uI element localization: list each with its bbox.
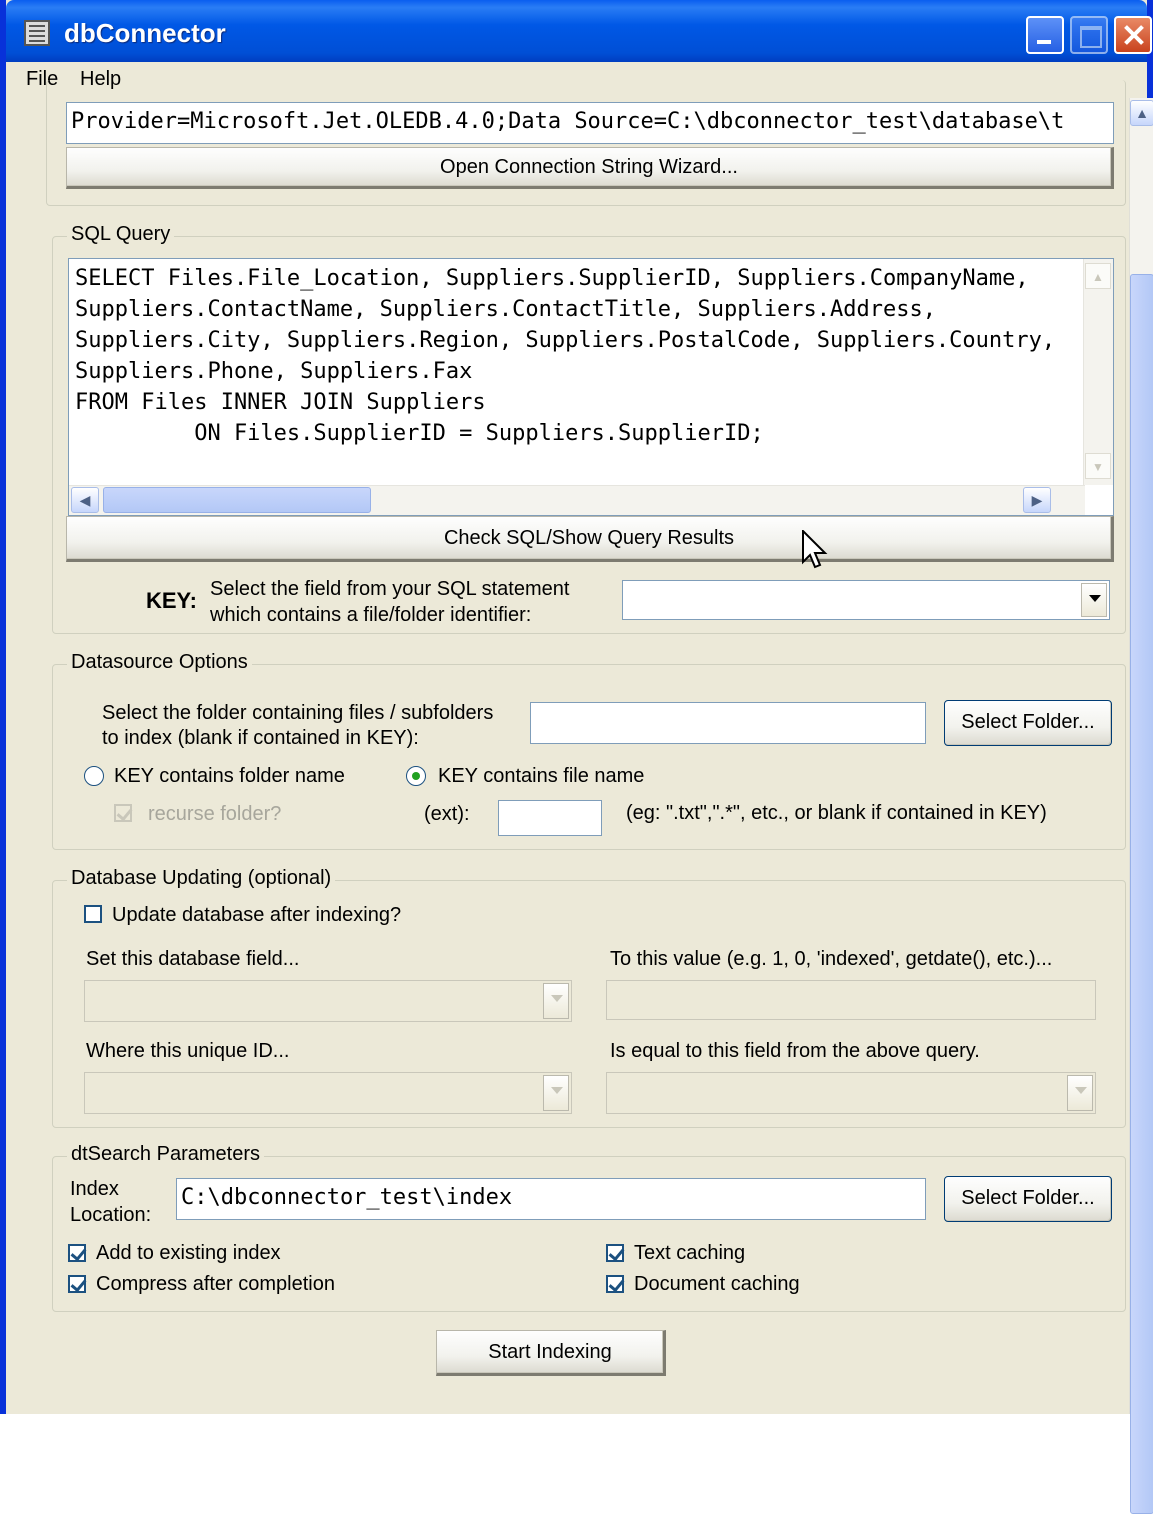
- index-location-input[interactable]: C:\dbconnector_test\index: [176, 1178, 926, 1220]
- radio-key-folder-label: KEY contains folder name: [114, 765, 345, 787]
- document-caching-checkbox[interactable]: [606, 1275, 624, 1293]
- text-caching-label: Text caching: [634, 1242, 746, 1264]
- horizontal-scroll-thumb[interactable]: [103, 487, 371, 513]
- dtsearch-parameters-legend: dtSearch Parameters: [67, 1143, 264, 1166]
- ext-input[interactable]: [498, 800, 602, 836]
- compress-checkbox[interactable]: [68, 1275, 86, 1293]
- key-description-line2: which contains a file/folder identifier:: [210, 604, 532, 626]
- update-database-label: Update database after indexing?: [112, 904, 402, 926]
- add-existing-index-checkbox[interactable]: [68, 1244, 86, 1262]
- minimize-button[interactable]: [1026, 16, 1064, 54]
- radio-key-folder[interactable]: [84, 766, 104, 786]
- key-field-dropdown[interactable]: [622, 580, 1110, 620]
- ext-label: (ext):: [424, 803, 470, 825]
- update-database-checkbox[interactable]: [84, 905, 102, 923]
- dropdown-arrow-icon[interactable]: [543, 983, 569, 1019]
- title-bar[interactable]: dbConnector: [6, 0, 1152, 62]
- sql-query-textarea[interactable]: SELECT Files.File_Location, Suppliers.Su…: [68, 258, 1114, 516]
- main-scroll-thumb[interactable]: [1130, 274, 1153, 1514]
- start-indexing-button[interactable]: Start Indexing: [436, 1330, 666, 1376]
- equal-field-dropdown[interactable]: [606, 1072, 1096, 1114]
- equal-field-label: Is equal to this field from the above qu…: [610, 1040, 980, 1062]
- scroll-up-icon[interactable]: ▲: [1085, 263, 1111, 289]
- datasource-options-legend: Datasource Options: [67, 651, 252, 674]
- scroll-left-icon[interactable]: ◀: [71, 487, 99, 513]
- scroll-down-icon[interactable]: ▼: [1085, 453, 1111, 479]
- key-label: KEY:: [146, 588, 197, 613]
- folder-path-input[interactable]: [530, 702, 926, 744]
- where-id-label: Where this unique ID...: [86, 1040, 290, 1062]
- key-description-line1: Select the field from your SQL statement: [210, 578, 570, 600]
- dropdown-arrow-icon[interactable]: [543, 1075, 569, 1111]
- datasource-select-folder-button[interactable]: Select Folder...: [944, 700, 1112, 746]
- to-value-label: To this value (e.g. 1, 0, 'indexed', get…: [610, 948, 1053, 970]
- index-location-label-line1: Index: [70, 1178, 119, 1200]
- connection-wizard-button[interactable]: Open Connection String Wizard...: [66, 147, 1114, 189]
- compress-label: Compress after completion: [96, 1273, 335, 1295]
- close-button[interactable]: [1114, 16, 1152, 54]
- set-field-label: Set this database field...: [86, 948, 300, 970]
- app-window: dbConnector File Help Provider=Microsoft…: [0, 0, 1153, 1514]
- recurse-folder-label: recurse folder?: [148, 803, 282, 825]
- folder-label-line2: to index (blank if contained in KEY):: [102, 727, 419, 749]
- index-location-label-line2: Location:: [70, 1204, 152, 1226]
- sql-vertical-scrollbar[interactable]: ▲ ▼: [1083, 259, 1113, 485]
- ext-hint: (eg: ".txt",".*", etc., or blank if cont…: [626, 802, 1047, 824]
- text-caching-checkbox[interactable]: [606, 1244, 624, 1262]
- dropdown-arrow-icon[interactable]: [1067, 1075, 1093, 1111]
- maximize-button[interactable]: [1070, 16, 1108, 54]
- scroll-right-icon[interactable]: ▶: [1023, 487, 1051, 513]
- mouse-cursor-icon: [802, 530, 828, 569]
- sql-horizontal-scrollbar[interactable]: ◀ ▶: [69, 485, 1085, 515]
- check-sql-button[interactable]: Check SQL/Show Query Results: [66, 516, 1114, 562]
- folder-label-line1: Select the folder containing files / sub…: [102, 702, 494, 724]
- window-title: dbConnector: [64, 18, 226, 48]
- main-vertical-scrollbar[interactable]: ▲: [1129, 98, 1153, 1514]
- app-icon: [24, 20, 50, 46]
- where-id-dropdown[interactable]: [84, 1072, 572, 1114]
- connection-string-input[interactable]: Provider=Microsoft.Jet.OLEDB.4.0;Data So…: [66, 102, 1114, 144]
- set-field-dropdown[interactable]: [84, 980, 572, 1022]
- document-caching-label: Document caching: [634, 1273, 800, 1295]
- to-value-input[interactable]: [606, 980, 1096, 1020]
- radio-key-file-label: KEY contains file name: [438, 765, 645, 787]
- dropdown-arrow-icon[interactable]: [1081, 583, 1107, 617]
- add-existing-index-label: Add to existing index: [96, 1242, 281, 1264]
- sql-query-legend: SQL Query: [67, 223, 175, 246]
- scroll-up-icon[interactable]: ▲: [1130, 100, 1153, 126]
- index-select-folder-button[interactable]: Select Folder...: [944, 1176, 1112, 1222]
- recurse-folder-checkbox[interactable]: [114, 804, 132, 822]
- sql-query-text: SELECT Files.File_Location, Suppliers.Su…: [75, 266, 1056, 446]
- radio-key-file[interactable]: [406, 766, 426, 786]
- database-updating-legend: Database Updating (optional): [67, 867, 336, 890]
